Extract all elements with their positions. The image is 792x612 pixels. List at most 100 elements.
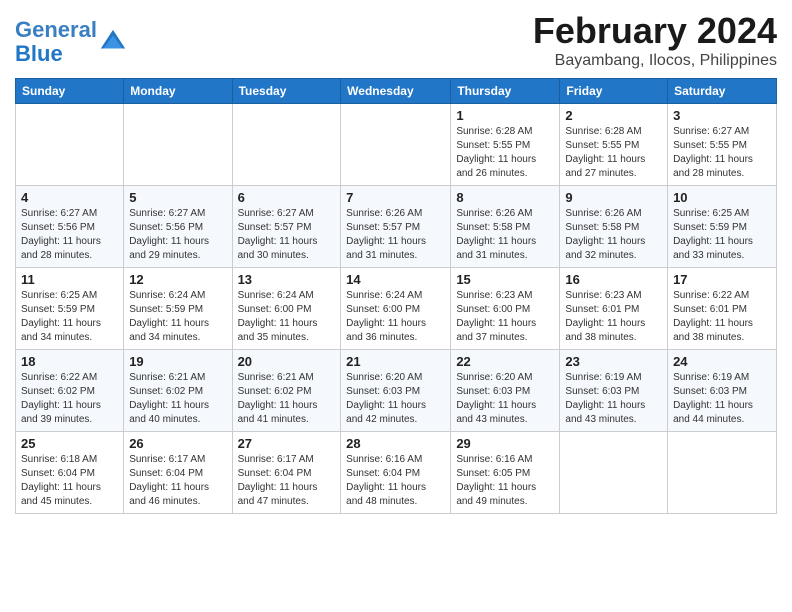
day-info: Sunrise: 6:17 AM Sunset: 6:04 PM Dayligh…: [129, 453, 226, 509]
page-header: General Blue February 2024 Bayambang, Il…: [15, 10, 777, 70]
calendar-cell: 6 Sunrise: 6:27 AM Sunset: 5:57 PM Daylig…: [232, 186, 341, 268]
day-number: 4: [21, 190, 118, 205]
day-info: Sunrise: 6:27 AM Sunset: 5:55 PM Dayligh…: [673, 125, 771, 181]
day-info: Sunrise: 6:27 AM Sunset: 5:57 PM Dayligh…: [238, 207, 336, 263]
day-number: 1: [456, 108, 554, 123]
day-info: Sunrise: 6:18 AM Sunset: 6:04 PM Dayligh…: [21, 453, 118, 509]
day-number: 17: [673, 272, 771, 287]
day-number: 11: [21, 272, 118, 287]
calendar-cell: [341, 104, 451, 186]
logo-text: General Blue: [15, 18, 97, 66]
day-number: 5: [129, 190, 226, 205]
day-number: 22: [456, 354, 554, 369]
day-number: 12: [129, 272, 226, 287]
day-info: Sunrise: 6:23 AM Sunset: 6:00 PM Dayligh…: [456, 289, 554, 345]
day-info: Sunrise: 6:21 AM Sunset: 6:02 PM Dayligh…: [238, 371, 336, 427]
weekday-header: Thursday: [451, 79, 560, 104]
day-info: Sunrise: 6:23 AM Sunset: 6:01 PM Dayligh…: [565, 289, 662, 345]
month-title: February 2024: [533, 10, 777, 52]
day-number: 9: [565, 190, 662, 205]
calendar-cell: [232, 104, 341, 186]
day-info: Sunrise: 6:24 AM Sunset: 6:00 PM Dayligh…: [346, 289, 445, 345]
day-info: Sunrise: 6:16 AM Sunset: 6:04 PM Dayligh…: [346, 453, 445, 509]
day-number: 8: [456, 190, 554, 205]
day-info: Sunrise: 6:27 AM Sunset: 5:56 PM Dayligh…: [21, 207, 118, 263]
day-number: 26: [129, 436, 226, 451]
calendar-cell: 23 Sunrise: 6:19 AM Sunset: 6:03 PM Dayli…: [560, 350, 668, 432]
day-info: Sunrise: 6:24 AM Sunset: 5:59 PM Dayligh…: [129, 289, 226, 345]
day-info: Sunrise: 6:19 AM Sunset: 6:03 PM Dayligh…: [565, 371, 662, 427]
weekday-header: Sunday: [16, 79, 124, 104]
calendar-cell: 3Sunrise: 6:27 AM Sunset: 5:55 PM Daylig…: [668, 104, 777, 186]
day-info: Sunrise: 6:26 AM Sunset: 5:57 PM Dayligh…: [346, 207, 445, 263]
day-number: 10: [673, 190, 771, 205]
day-number: 18: [21, 354, 118, 369]
day-info: Sunrise: 6:25 AM Sunset: 5:59 PM Dayligh…: [21, 289, 118, 345]
day-number: 19: [129, 354, 226, 369]
day-number: 27: [238, 436, 336, 451]
day-number: 28: [346, 436, 445, 451]
calendar-cell: [124, 104, 232, 186]
calendar-week-row: 18 Sunrise: 6:22 AM Sunset: 6:02 PM Dayli…: [16, 350, 777, 432]
day-info: Sunrise: 6:20 AM Sunset: 6:03 PM Dayligh…: [346, 371, 445, 427]
calendar-cell: 28 Sunrise: 6:16 AM Sunset: 6:04 PM Dayli…: [341, 432, 451, 514]
day-number: 2: [565, 108, 662, 123]
logo-icon: [99, 28, 127, 56]
day-number: 7: [346, 190, 445, 205]
calendar-cell: 25 Sunrise: 6:18 AM Sunset: 6:04 PM Dayli…: [16, 432, 124, 514]
calendar-cell: 26 Sunrise: 6:17 AM Sunset: 6:04 PM Dayli…: [124, 432, 232, 514]
calendar-cell: [560, 432, 668, 514]
weekday-header: Monday: [124, 79, 232, 104]
calendar-cell: 13Sunrise: 6:24 AM Sunset: 6:00 PM Dayli…: [232, 268, 341, 350]
calendar-cell: 2 Sunrise: 6:28 AM Sunset: 5:55 PM Daylig…: [560, 104, 668, 186]
calendar-cell: 16 Sunrise: 6:23 AM Sunset: 6:01 PM Dayli…: [560, 268, 668, 350]
day-number: 13: [238, 272, 336, 287]
day-info: Sunrise: 6:22 AM Sunset: 6:01 PM Dayligh…: [673, 289, 771, 345]
calendar-header-row: SundayMondayTuesdayWednesdayThursdayFrid…: [16, 79, 777, 104]
day-number: 16: [565, 272, 662, 287]
calendar-cell: 24Sunrise: 6:19 AM Sunset: 6:03 PM Dayli…: [668, 350, 777, 432]
calendar-cell: 19 Sunrise: 6:21 AM Sunset: 6:02 PM Dayli…: [124, 350, 232, 432]
title-area: February 2024 Bayambang, Ilocos, Philipp…: [533, 10, 777, 70]
calendar-table: SundayMondayTuesdayWednesdayThursdayFrid…: [15, 78, 777, 514]
day-info: Sunrise: 6:22 AM Sunset: 6:02 PM Dayligh…: [21, 371, 118, 427]
calendar-cell: [668, 432, 777, 514]
day-number: 23: [565, 354, 662, 369]
day-number: 6: [238, 190, 336, 205]
day-info: Sunrise: 6:26 AM Sunset: 5:58 PM Dayligh…: [565, 207, 662, 263]
day-info: Sunrise: 6:28 AM Sunset: 5:55 PM Dayligh…: [565, 125, 662, 181]
day-info: Sunrise: 6:20 AM Sunset: 6:03 PM Dayligh…: [456, 371, 554, 427]
logo: General Blue: [15, 18, 127, 66]
calendar-week-row: 1 Sunrise: 6:28 AM Sunset: 5:55 PM Daylig…: [16, 104, 777, 186]
calendar-cell: 29Sunrise: 6:16 AM Sunset: 6:05 PM Dayli…: [451, 432, 560, 514]
calendar-cell: 7 Sunrise: 6:26 AM Sunset: 5:57 PM Daylig…: [341, 186, 451, 268]
calendar-cell: 10Sunrise: 6:25 AM Sunset: 5:59 PM Dayli…: [668, 186, 777, 268]
weekday-header: Wednesday: [341, 79, 451, 104]
day-info: Sunrise: 6:26 AM Sunset: 5:58 PM Dayligh…: [456, 207, 554, 263]
day-number: 21: [346, 354, 445, 369]
day-number: 29: [456, 436, 554, 451]
day-info: Sunrise: 6:27 AM Sunset: 5:56 PM Dayligh…: [129, 207, 226, 263]
calendar-week-row: 4 Sunrise: 6:27 AM Sunset: 5:56 PM Daylig…: [16, 186, 777, 268]
day-info: Sunrise: 6:17 AM Sunset: 6:04 PM Dayligh…: [238, 453, 336, 509]
location-title: Bayambang, Ilocos, Philippines: [533, 52, 777, 70]
calendar-cell: 22 Sunrise: 6:20 AM Sunset: 6:03 PM Dayli…: [451, 350, 560, 432]
calendar-cell: 5 Sunrise: 6:27 AM Sunset: 5:56 PM Daylig…: [124, 186, 232, 268]
day-number: 20: [238, 354, 336, 369]
calendar-week-row: 11 Sunrise: 6:25 AM Sunset: 5:59 PM Dayli…: [16, 268, 777, 350]
day-number: 25: [21, 436, 118, 451]
calendar-cell: 20 Sunrise: 6:21 AM Sunset: 6:02 PM Dayli…: [232, 350, 341, 432]
weekday-header: Saturday: [668, 79, 777, 104]
calendar-cell: 8 Sunrise: 6:26 AM Sunset: 5:58 PM Daylig…: [451, 186, 560, 268]
weekday-header: Tuesday: [232, 79, 341, 104]
day-number: 15: [456, 272, 554, 287]
calendar-cell: 9 Sunrise: 6:26 AM Sunset: 5:58 PM Daylig…: [560, 186, 668, 268]
calendar-cell: [16, 104, 124, 186]
calendar-cell: 4 Sunrise: 6:27 AM Sunset: 5:56 PM Daylig…: [16, 186, 124, 268]
calendar-week-row: 25 Sunrise: 6:18 AM Sunset: 6:04 PM Dayli…: [16, 432, 777, 514]
calendar-cell: 14 Sunrise: 6:24 AM Sunset: 6:00 PM Dayli…: [341, 268, 451, 350]
calendar-cell: 17 Sunrise: 6:22 AM Sunset: 6:01 PM Dayli…: [668, 268, 777, 350]
day-info: Sunrise: 6:21 AM Sunset: 6:02 PM Dayligh…: [129, 371, 226, 427]
day-number: 14: [346, 272, 445, 287]
calendar-cell: 12 Sunrise: 6:24 AM Sunset: 5:59 PM Dayli…: [124, 268, 232, 350]
